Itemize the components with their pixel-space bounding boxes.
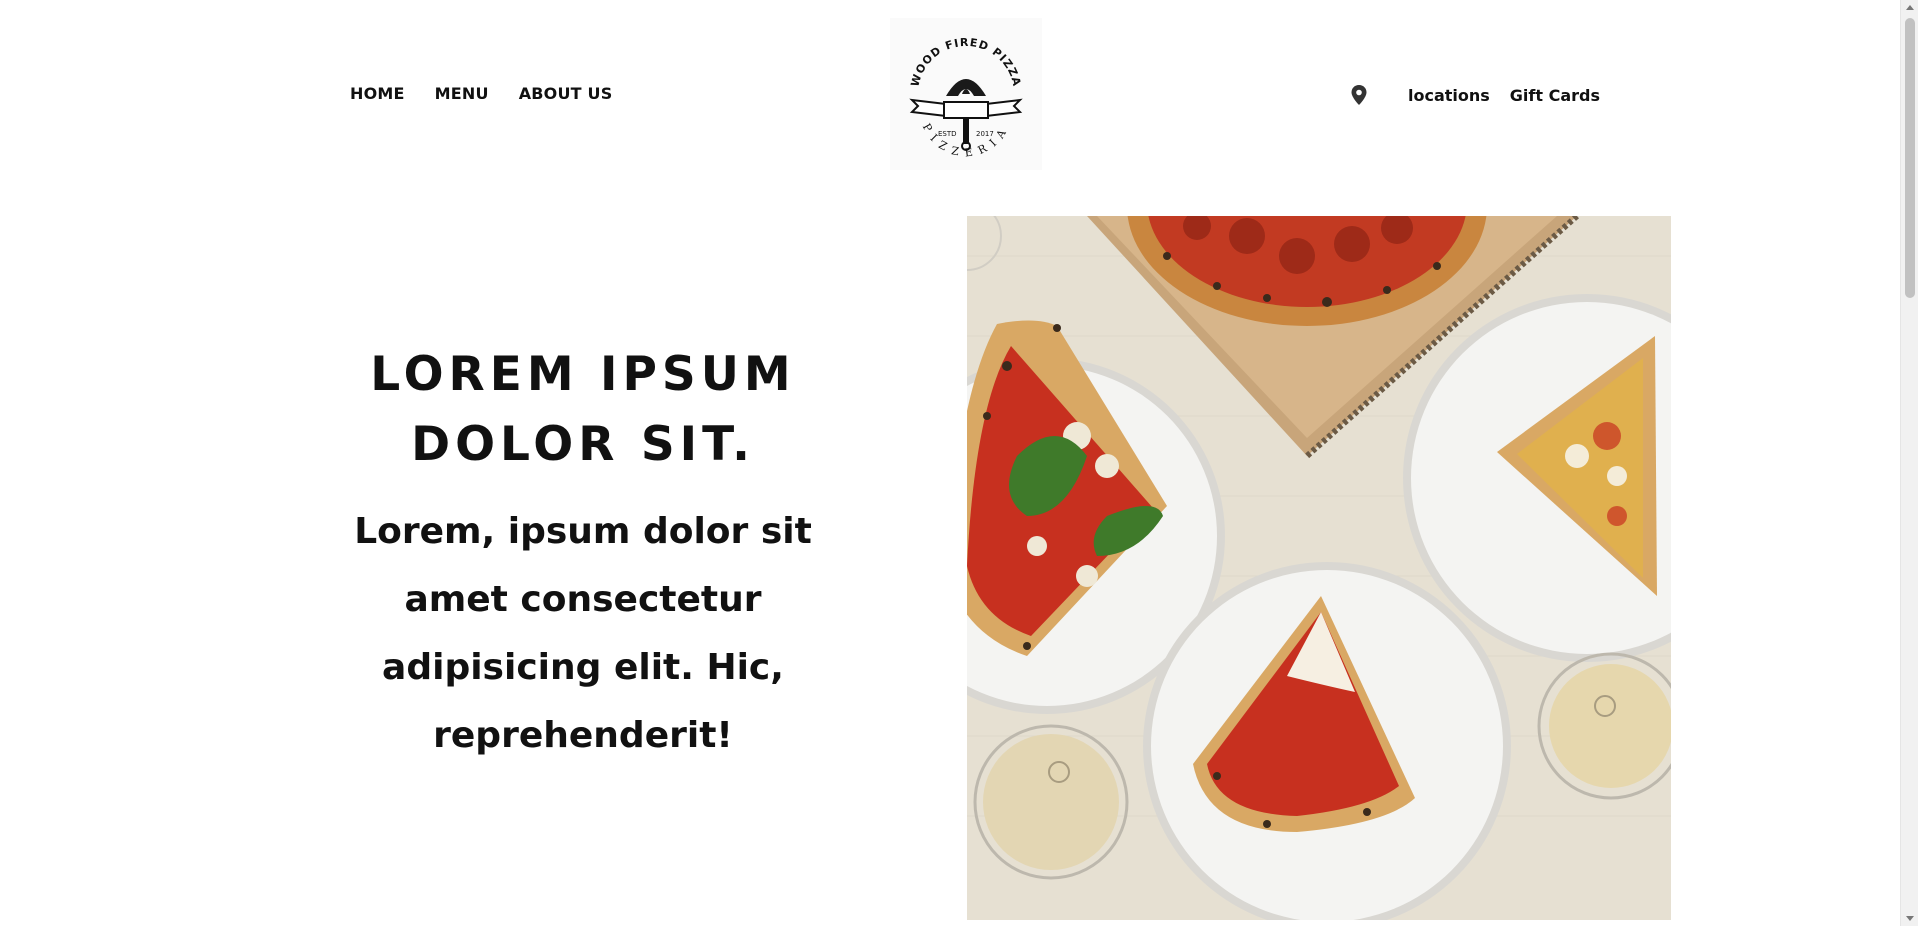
logo-estd-text: ESTD [938, 130, 957, 138]
gift-cards-link[interactable]: Gift Cards [1510, 86, 1600, 105]
scroll-down-icon[interactable] [1906, 916, 1914, 921]
pizzeria-logo[interactable]: WOOD FIRED PIZZA PIZZERIA ESTD 2017 [890, 18, 1042, 170]
nav-menu-link[interactable]: MENU [435, 84, 489, 103]
logo-year-text: 2017 [976, 130, 994, 138]
secondary-nav: locations Gift Cards [1350, 84, 1600, 106]
hero-title-line-1: LOREM IPSUM [370, 347, 796, 402]
wine-glass-left [973, 724, 1129, 880]
pizza-hero-image [967, 216, 1671, 920]
map-pin-icon[interactable] [1350, 84, 1368, 106]
hero-text-block: LOREM IPSUM DOLOR SIT. Lorem, ipsum dolo… [340, 340, 826, 770]
hero-title-line-2: DOLOR SIT. [411, 417, 755, 472]
page: HOME MENU ABOUT US WOOD FIRED PIZZA PIZZ… [0, 0, 1918, 926]
nav-home-link[interactable]: HOME [350, 84, 405, 103]
hero-title: LOREM IPSUM DOLOR SIT. [340, 340, 826, 480]
page-scrollbar[interactable] [1900, 0, 1918, 926]
locations-link[interactable]: locations [1408, 86, 1490, 105]
nav-about-us-link[interactable]: ABOUT US [519, 84, 613, 103]
scrollbar-thumb[interactable] [1905, 18, 1915, 298]
plate-center [1143, 562, 1511, 920]
primary-nav: HOME MENU ABOUT US [350, 84, 612, 103]
scroll-up-icon[interactable] [1906, 5, 1914, 10]
hero-body-text: Lorem, ipsum dolor sit amet consectetur … [354, 511, 812, 756]
